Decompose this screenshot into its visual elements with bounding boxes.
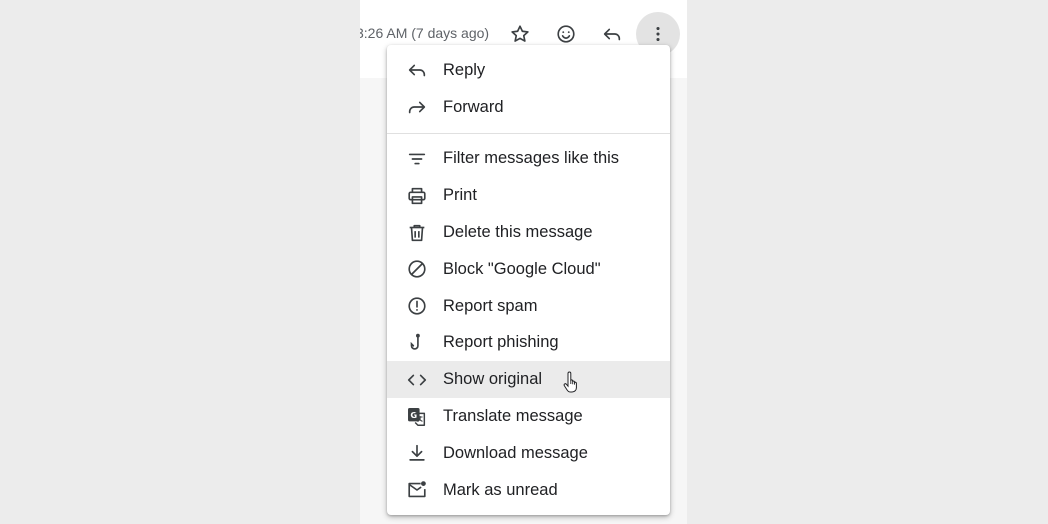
menu-item-label: Print	[443, 186, 477, 205]
reply-icon	[405, 58, 429, 82]
more-options-menu: Reply Forward Filter messages like this …	[387, 45, 670, 515]
menu-item-forward[interactable]: Forward	[387, 89, 670, 126]
menu-item-mark-unread[interactable]: Mark as unread	[387, 472, 670, 509]
hand-cursor-icon	[563, 371, 577, 393]
menu-item-report-spam[interactable]: Report spam	[387, 288, 670, 325]
print-icon	[405, 184, 429, 208]
menu-item-label: Block "Google Cloud"	[443, 259, 601, 278]
phishing-hook-icon	[405, 331, 429, 355]
star-icon	[511, 25, 529, 42]
trash-icon	[405, 221, 429, 245]
forward-icon	[405, 95, 429, 119]
menu-item-reply[interactable]: Reply	[387, 52, 670, 89]
menu-item-delete[interactable]: Delete this message	[387, 214, 670, 251]
menu-item-label: Report spam	[443, 296, 538, 315]
download-icon	[405, 441, 429, 465]
filter-icon	[405, 147, 429, 171]
menu-item-print[interactable]: Print	[387, 177, 670, 214]
menu-item-label: Forward	[443, 97, 504, 116]
menu-item-label: Show original	[443, 370, 543, 389]
menu-item-label: Reply	[443, 60, 486, 79]
menu-item-label: Delete this message	[443, 223, 593, 242]
menu-item-show-original[interactable]: Show original	[387, 361, 670, 399]
mark-unread-icon	[405, 478, 429, 502]
code-icon	[405, 368, 429, 392]
left-background	[0, 0, 360, 524]
menu-item-label: Filter messages like this	[443, 149, 620, 168]
svg-text:G: G	[410, 409, 417, 419]
block-icon	[405, 257, 429, 281]
reply-icon	[603, 28, 621, 41]
menu-item-block[interactable]: Block "Google Cloud"	[387, 251, 670, 288]
menu-divider	[387, 132, 670, 134]
menu-item-translate[interactable]: G Translate message	[387, 398, 670, 435]
menu-item-download[interactable]: Download message	[387, 435, 670, 472]
menu-item-report-phishing[interactable]: Report phishing	[387, 325, 670, 362]
menu-item-filter[interactable]: Filter messages like this	[387, 141, 670, 178]
menu-item-label: Download message	[443, 443, 588, 462]
menu-item-label: Report phishing	[443, 333, 559, 352]
message-timestamp: 3:26 AM (7 days ago)	[360, 25, 490, 41]
menu-item-label: Translate message	[443, 407, 583, 426]
menu-item-label: Mark as unread	[443, 480, 558, 499]
report-spam-icon	[405, 294, 429, 318]
emoji-icon	[557, 25, 575, 43]
translate-icon: G	[405, 405, 429, 429]
right-background	[687, 0, 1048, 524]
more-vert-icon	[656, 26, 660, 42]
